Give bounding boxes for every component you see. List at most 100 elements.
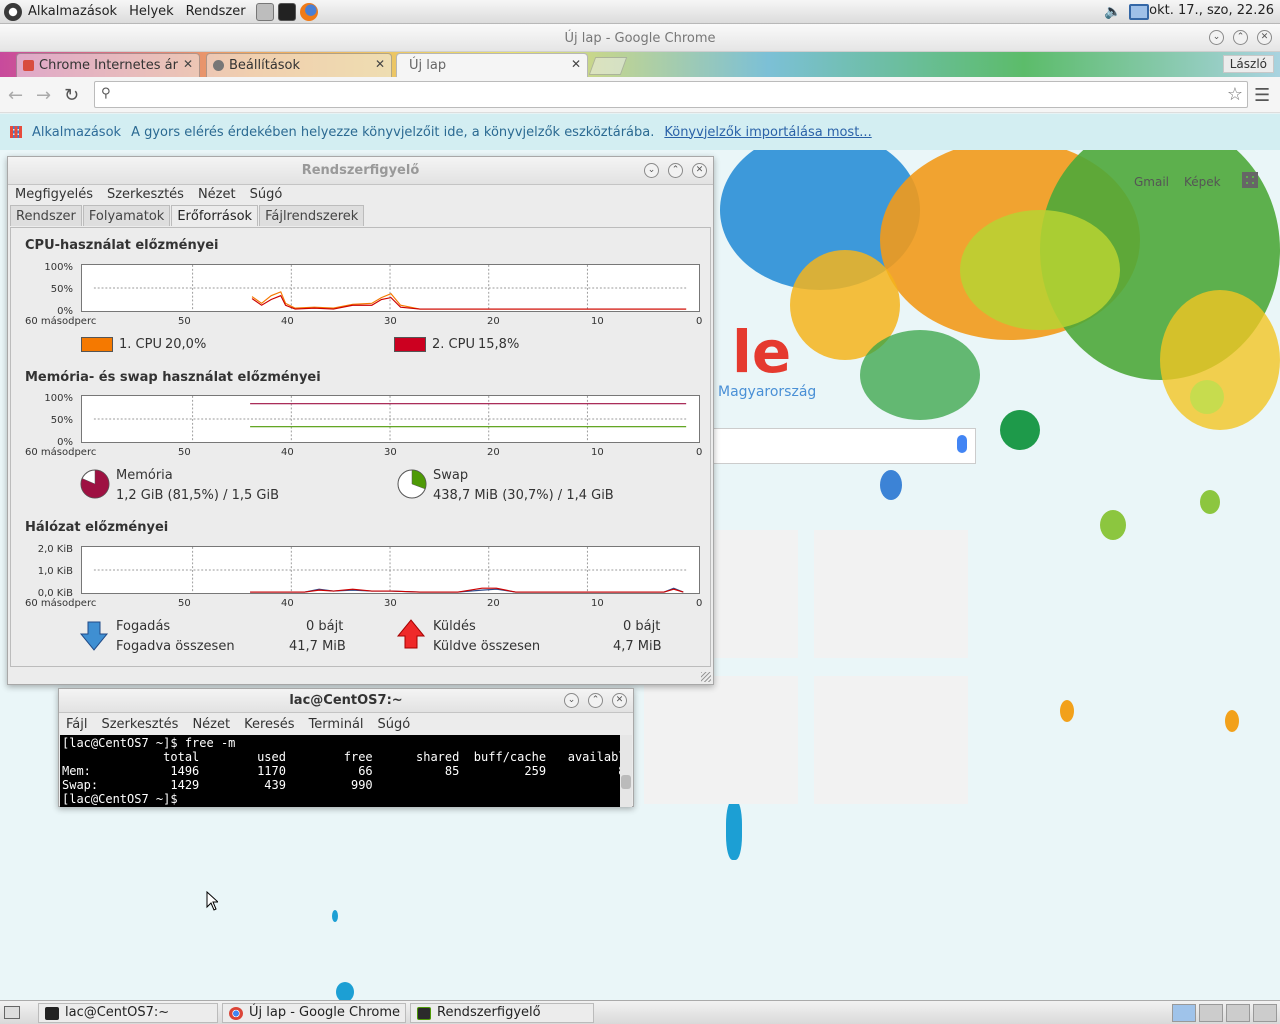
chrome-menu-icon[interactable]: ☰ [1254,85,1270,106]
maximize-icon[interactable]: ⌃ [668,163,683,178]
tab-system[interactable]: Rendszer [10,205,82,226]
cpu2-color-swatch[interactable] [394,337,426,352]
close-icon[interactable]: ✕ [612,693,627,708]
y-tick: 50% [50,284,73,295]
tab-chrome-store[interactable]: Chrome Internetes ár ✕ [16,53,200,77]
new-tab-button[interactable] [588,57,628,75]
menu-monitor[interactable]: Megfigyelés [15,187,93,202]
show-desktop-icon[interactable] [4,1006,20,1019]
file-manager-launcher-icon[interactable] [255,2,274,21]
menu-applications[interactable]: Alkalmazások [22,4,123,19]
receive-label: Fogadás [116,619,171,634]
network-icon[interactable] [1129,4,1149,20]
resize-grip-icon[interactable] [701,672,711,682]
clock[interactable]: okt. 17., szo, 22.26 [1149,3,1274,18]
terminal-titlebar[interactable]: lac@CentOS7:~ ⌄ ⌃ ✕ [59,689,633,713]
taskbar-item-chrome[interactable]: Új lap - Google Chrome [222,1003,406,1023]
close-icon[interactable]: ✕ [1257,30,1272,45]
send-total-value: 4,7 MiB [613,639,662,654]
import-bookmarks-link[interactable]: Könyvjelzők importálása most... [664,125,871,140]
tab-label: Új lap [409,58,447,73]
chrome-window-title: Új lap - Google Chrome [564,31,716,46]
receive-arrow-icon[interactable] [79,620,109,652]
terminal-launcher-icon[interactable] [277,2,296,21]
close-icon[interactable]: ✕ [692,163,707,178]
tab-resources[interactable]: Erőforrások [171,205,259,226]
back-icon[interactable]: ← [8,85,23,106]
cpu1-line [251,291,687,310]
most-visited-tile[interactable] [814,676,968,804]
bookmark-apps[interactable]: Alkalmazások [32,125,121,140]
firefox-launcher-icon[interactable] [299,2,318,21]
menu-file[interactable]: Fájl [66,717,87,732]
swap-value: 438,7 MiB (30,7%) / 1,4 GiB [433,488,614,503]
terminal-output[interactable]: [lac@CentOS7 ~]$ free -m total used free… [60,735,633,807]
images-link[interactable]: Képek [1184,175,1221,189]
menu-places[interactable]: Helyek [123,4,180,19]
profile-button[interactable]: László [1222,55,1274,73]
x-tick: 40 [281,316,294,327]
tab-label: Beállítások [229,58,301,73]
memory-section-title: Memória- és swap használat előzményei [25,370,321,385]
gmail-link[interactable]: Gmail [1134,175,1169,189]
menu-search[interactable]: Keresés [244,717,294,732]
x-tick: 60 másodperc [25,316,97,327]
most-visited-tile[interactable] [644,676,798,804]
menu-system[interactable]: Rendszer [180,4,252,19]
workspace-2[interactable] [1199,1004,1223,1022]
google-search-box[interactable] [700,428,976,464]
microphone-icon[interactable] [957,435,967,453]
omnibox[interactable]: ⚲ ☆ [94,81,1248,108]
tab-new-tab[interactable]: Új lap ✕ [396,53,588,77]
menu-edit[interactable]: Szerkesztés [107,187,184,202]
terminal-window: lac@CentOS7:~ ⌄ ⌃ ✕ Fájl Szerkesztés Néz… [58,688,634,807]
gnome-foot-icon[interactable] [4,2,22,21]
workspace-1[interactable] [1172,1004,1196,1022]
x-tick: 40 [281,447,294,458]
google-country: Magyarország [718,384,817,400]
tab-settings[interactable]: Beállítások ✕ [206,53,392,77]
menu-view[interactable]: Nézet [198,187,236,202]
volume-icon[interactable]: 🔈 [1104,4,1121,20]
send-arrow-icon[interactable] [396,618,426,650]
terminal-scrollbar[interactable] [620,735,632,807]
memory-value: 1,2 GiB (81,5%) / 1,5 GiB [116,488,280,503]
forward-icon[interactable]: → [36,85,51,106]
most-visited-tile[interactable] [814,530,968,658]
taskbar-item-terminal[interactable]: lac@CentOS7:~ [38,1003,218,1023]
receive-value: 0 bájt [306,619,344,634]
workspace-4[interactable] [1253,1004,1277,1022]
tab-filesystems[interactable]: Fájlrendszerek [259,205,365,226]
cpu-section-title: CPU-használat előzményei [25,238,219,253]
memory-pie-icon[interactable] [79,468,111,500]
menu-view[interactable]: Nézet [192,717,230,732]
memory-graph [81,395,700,443]
minimize-icon[interactable]: ⌄ [1209,30,1224,45]
tab-close-icon[interactable]: ✕ [571,57,581,71]
tab-close-icon[interactable]: ✕ [183,57,193,71]
y-tick: 1,0 KiB [37,566,73,577]
menu-help[interactable]: Súgó [378,717,411,732]
taskbar-item-system-monitor[interactable]: Rendszerfigyelő [410,1003,594,1023]
tab-close-icon[interactable]: ✕ [375,57,385,71]
cpu2-value: 15,8% [478,337,520,352]
sysmon-titlebar[interactable]: Rendszerfigyelő ⌄ ⌃ ✕ [8,157,713,185]
apps-grid-icon[interactable] [10,126,22,138]
maximize-icon[interactable]: ⌃ [1233,30,1248,45]
terminal-line: [lac@CentOS7 ~]$ free -m [62,736,236,750]
bookmark-star-icon[interactable]: ☆ [1227,84,1243,105]
cpu1-color-swatch[interactable] [81,337,113,352]
workspace-3[interactable] [1226,1004,1250,1022]
maximize-icon[interactable]: ⌃ [588,693,603,708]
tab-processes[interactable]: Folyamatok [82,205,171,226]
swap-pie-icon[interactable] [396,468,428,500]
minimize-icon[interactable]: ⌄ [644,163,659,178]
menu-help[interactable]: Súgó [250,187,283,202]
terminal-line: Swap: 1429 439 990 [62,778,373,792]
apps-grid-icon[interactable] [1242,172,1258,188]
menu-edit[interactable]: Szerkesztés [101,717,178,732]
mouse-cursor-icon [206,891,218,911]
reload-icon[interactable]: ↻ [64,85,79,106]
menu-terminal[interactable]: Terminál [309,717,364,732]
minimize-icon[interactable]: ⌄ [564,693,579,708]
